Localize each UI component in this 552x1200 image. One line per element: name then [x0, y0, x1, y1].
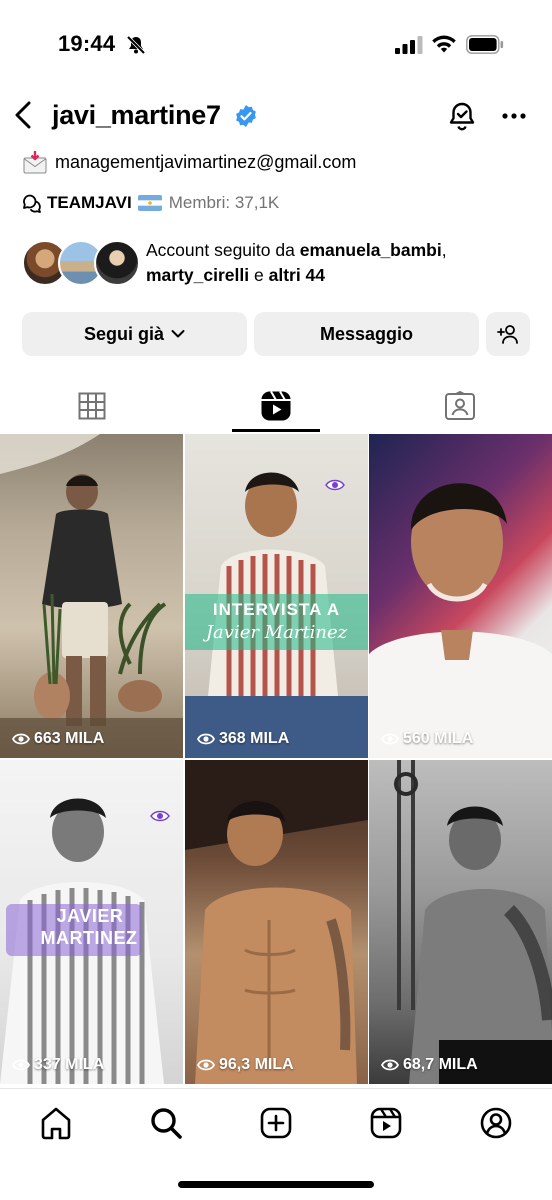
channel-logo-icon: [150, 810, 170, 822]
profile-tabs: [0, 380, 552, 432]
home-icon: [41, 1107, 71, 1140]
profile-icon: [480, 1107, 512, 1139]
nav-profile[interactable]: [478, 1105, 514, 1141]
channel-line[interactable]: TEAMJAVI Membri: 37,1K: [22, 190, 279, 216]
reel-views: 337 MILA: [12, 1056, 104, 1074]
reel-views: 560 MILA: [381, 730, 473, 748]
cellular-signal-icon: [395, 36, 423, 54]
followed-by-section[interactable]: Account seguito da emanuela_bambi, marty…: [22, 238, 447, 288]
reel-overlay-title: JAVIER: [56, 906, 124, 926]
grid-icon: [78, 392, 106, 420]
chevron-left-icon: [15, 101, 31, 129]
message-button[interactable]: Messaggio: [254, 312, 479, 356]
reel-overlay-subtitle: MARTINEZ: [40, 928, 138, 948]
reel-thumbnail[interactable]: JAVIER MARTINEZ 337 MILA: [0, 760, 183, 1084]
reel-image: [0, 434, 183, 758]
tab-tagged[interactable]: [368, 380, 552, 432]
bottom-nav: [0, 1088, 552, 1200]
create-icon: [260, 1107, 292, 1139]
reel-image: [369, 483, 552, 758]
reel-overlay-title: INTERVISTA A: [212, 600, 341, 619]
following-button[interactable]: Segui già: [22, 312, 247, 356]
back-button[interactable]: [8, 98, 38, 132]
play-count-icon: [197, 733, 215, 745]
channel-logo-icon: [325, 479, 345, 491]
reels-icon: [261, 390, 291, 421]
reel-thumbnail[interactable]: 560 MILA: [369, 434, 552, 758]
wifi-icon: [432, 35, 456, 53]
notifications-button[interactable]: [446, 100, 478, 132]
battery-icon: [466, 35, 504, 54]
reels-grid: 663 MILA INTERVISTA A Javier Martinez 36…: [0, 434, 552, 1086]
reel-thumbnail[interactable]: INTERVISTA A Javier Martinez 368 MILA: [185, 434, 368, 758]
reel-thumbnail[interactable]: 68,7 MILA: [369, 760, 552, 1084]
profile-header: javi_martine7: [0, 90, 552, 142]
message-label: Messaggio: [319, 323, 414, 344]
bell-muted-icon: [126, 35, 146, 55]
more-options-button[interactable]: [498, 100, 530, 132]
following-label: Segui già: [83, 323, 164, 344]
broadcast-channel-icon: [23, 194, 41, 213]
bell-check-icon: [449, 102, 475, 131]
suggested-users-button[interactable]: [486, 312, 530, 356]
tab-reels[interactable]: [184, 380, 368, 432]
status-time: 19:44: [58, 31, 116, 56]
reel-image: [185, 760, 368, 1084]
channel-name: TEAMJAVI: [47, 193, 132, 212]
reel-overlay-subtitle: Javier Martinez: [205, 622, 348, 643]
verified-badge-icon: [236, 105, 256, 127]
nav-search[interactable]: [148, 1105, 184, 1141]
home-indicator: [178, 1181, 374, 1188]
tab-posts[interactable]: [0, 380, 184, 432]
play-count-icon: [197, 1059, 215, 1071]
followed-by-text: Account seguito da emanuela_bambi, marty…: [146, 240, 447, 285]
chevron-down-icon: [171, 330, 185, 338]
reels-icon: [370, 1107, 402, 1139]
tagged-user-icon: [445, 391, 475, 420]
follower-avatars: [22, 240, 140, 286]
reel-views: 663 MILA: [12, 730, 104, 748]
reel-views: 68,7 MILA: [381, 1056, 478, 1074]
reel-image: [394, 760, 552, 1084]
channel-members: Membri: 37,1K: [168, 193, 280, 212]
bio-email-line: managementjavimartinez@gmail.com: [22, 148, 356, 176]
reel-thumbnail[interactable]: 663 MILA: [0, 434, 183, 758]
avatar: [94, 240, 140, 286]
search-icon: [151, 1108, 182, 1139]
active-tab-indicator: [232, 429, 320, 432]
argentina-flag-icon: [137, 195, 162, 211]
play-count-icon: [12, 1059, 30, 1071]
incoming-envelope-icon: [23, 151, 47, 174]
nav-home[interactable]: [38, 1105, 74, 1141]
profile-username: javi_martine7: [52, 100, 221, 130]
more-horizontal-icon: [502, 113, 526, 119]
status-bar: 19:44: [0, 0, 552, 90]
reel-views: 96,3 MILA: [197, 1056, 294, 1074]
play-count-icon: [381, 733, 399, 745]
add-person-icon: [497, 325, 518, 344]
reel-views: 368 MILA: [197, 730, 289, 748]
nav-reels[interactable]: [368, 1105, 404, 1141]
play-count-icon: [381, 1059, 399, 1071]
nav-create[interactable]: [258, 1105, 294, 1141]
play-count-icon: [12, 733, 30, 745]
reel-thumbnail[interactable]: 96,3 MILA: [185, 760, 368, 1084]
bio-email[interactable]: managementjavimartinez@gmail.com: [55, 152, 356, 173]
